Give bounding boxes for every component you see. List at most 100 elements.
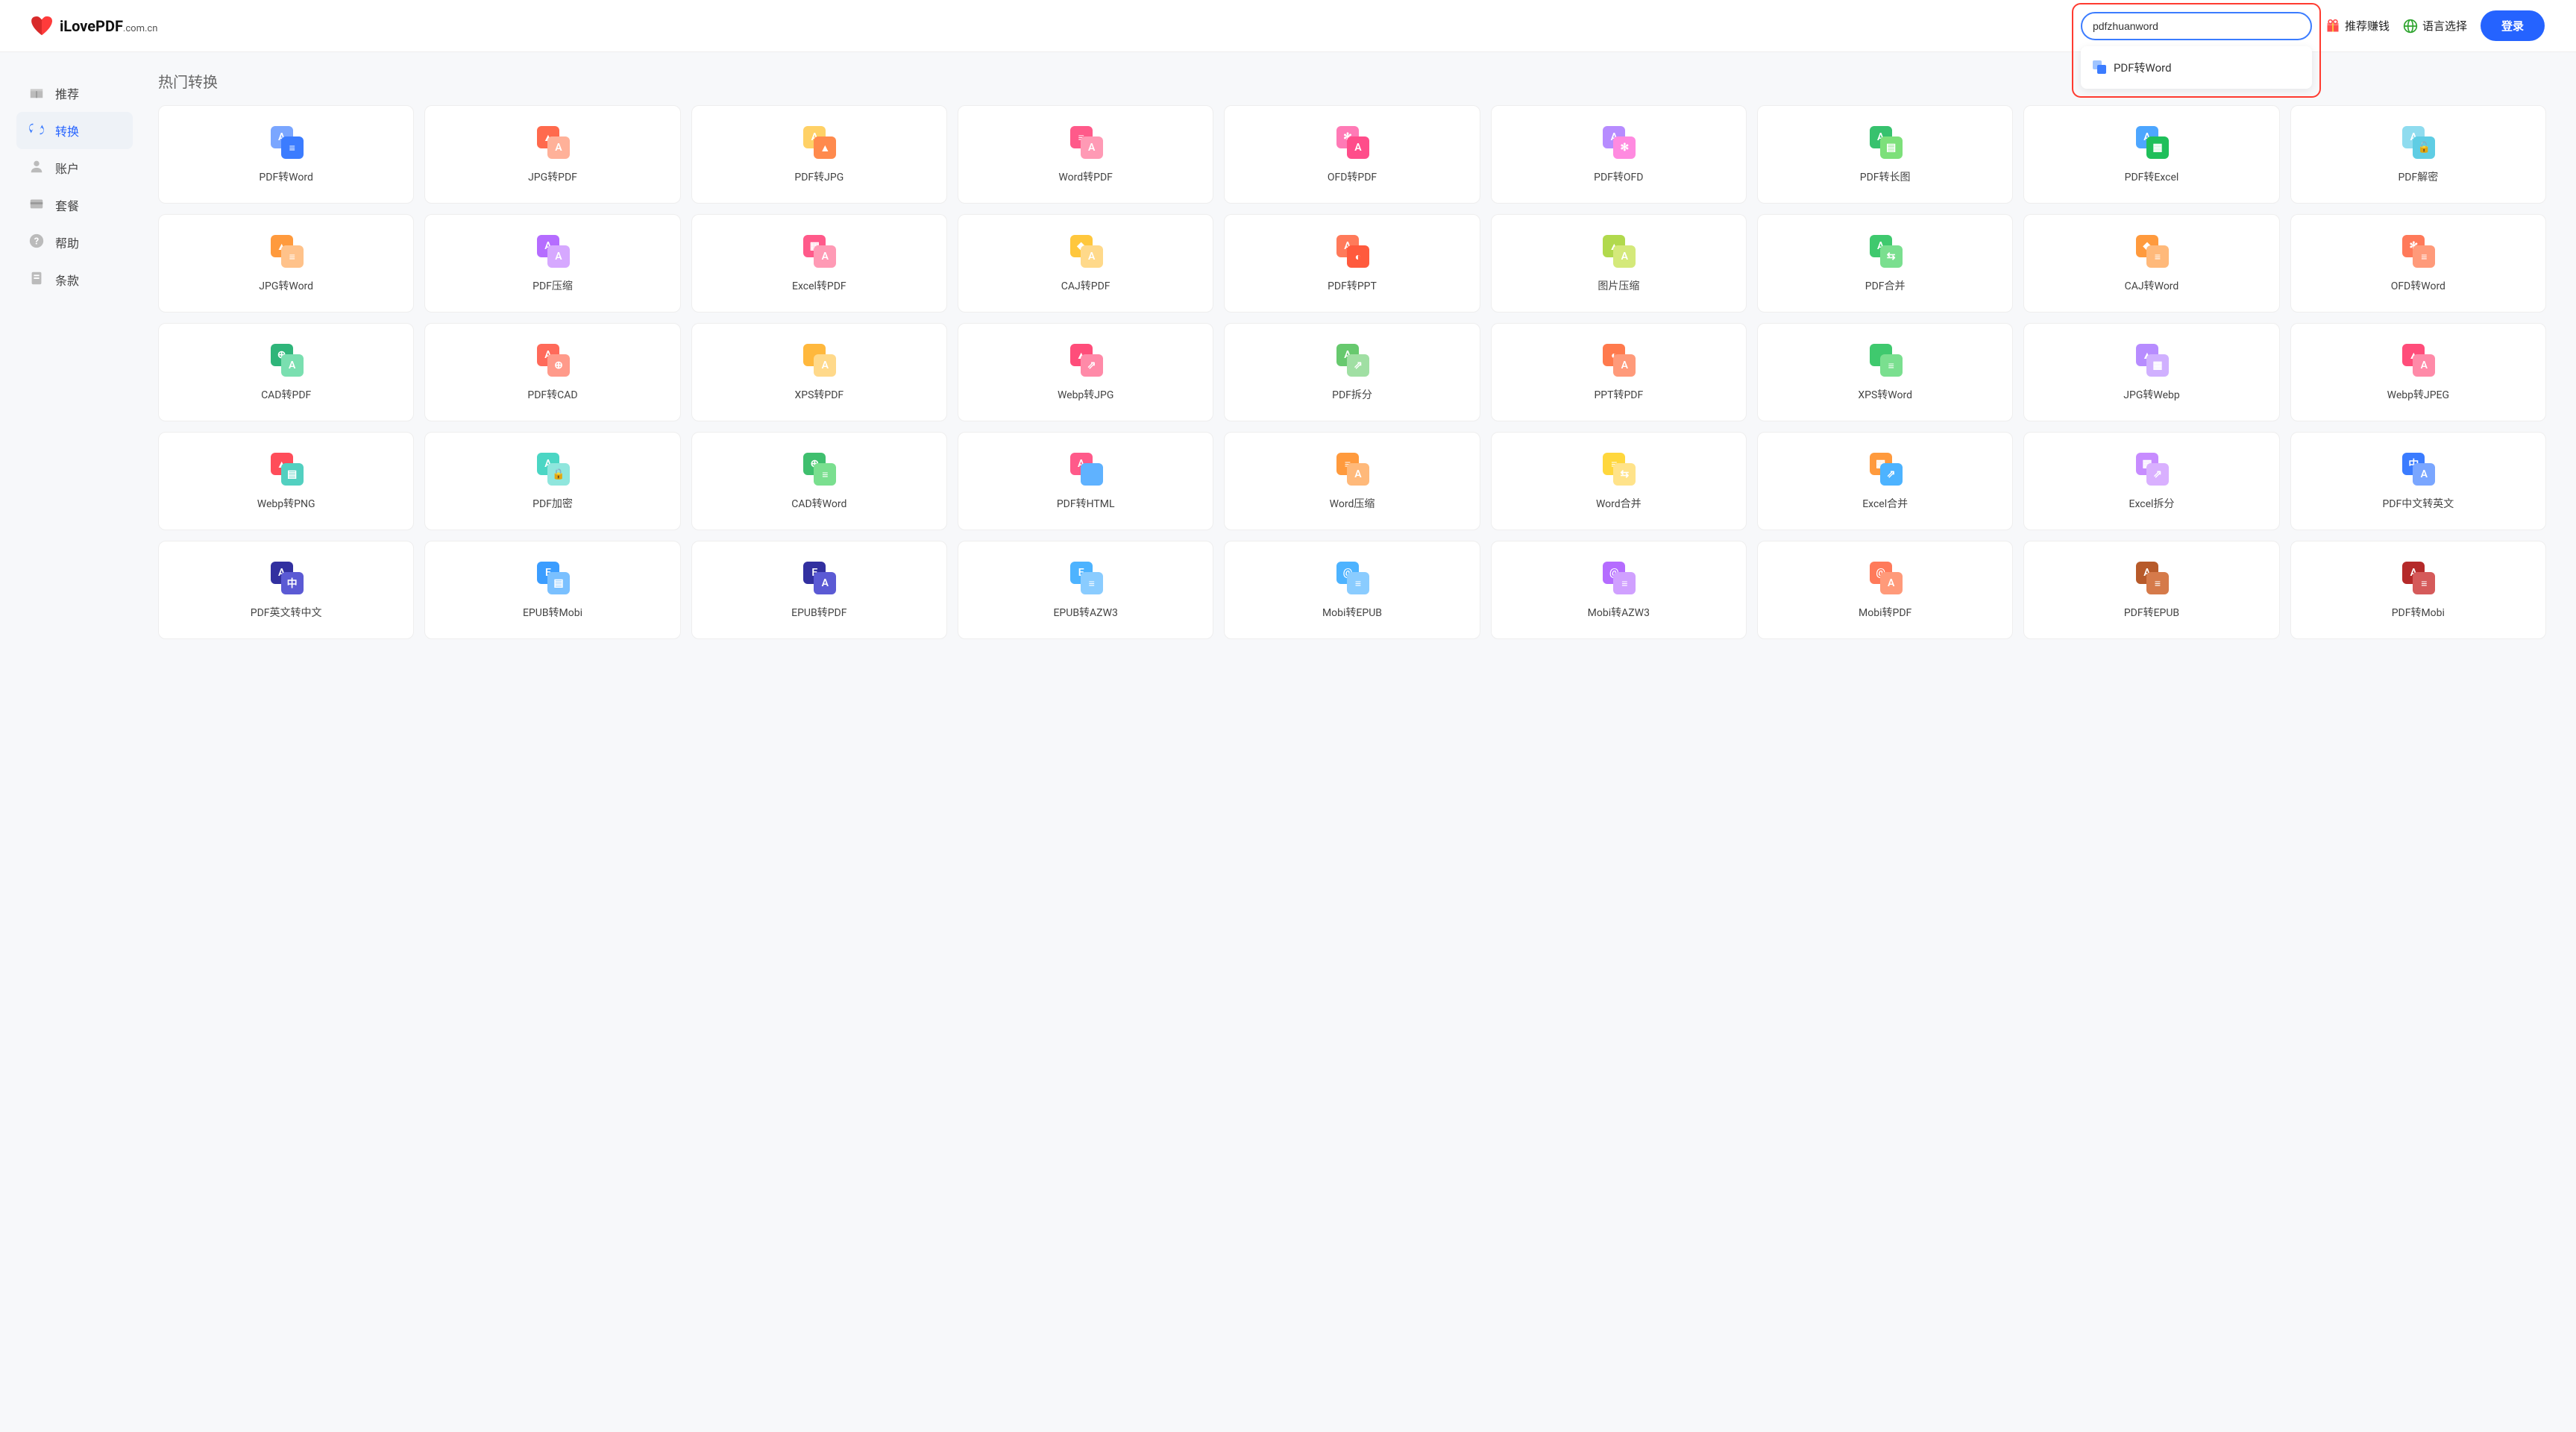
tool-card[interactable]: ▲▦JPG转Webp (2023, 323, 2279, 421)
tool-icon: A▲ (799, 126, 839, 159)
tool-card[interactable]: ≡XPS转Word (1757, 323, 2013, 421)
tool-card[interactable]: A▲PDF转JPG (691, 105, 947, 204)
tool-card[interactable]: ▲≡JPG转Word (158, 214, 414, 313)
search-suggest-dropdown: PDF转Word (2081, 46, 2312, 89)
tool-icon: E≡ (1066, 562, 1106, 594)
tool-card[interactable]: ▲A 图片压缩 (1491, 214, 1747, 313)
tool-card[interactable]: ✻AOFD转PDF (1224, 105, 1480, 204)
tool-card[interactable]: E≡EPUB转AZW3 (958, 541, 1213, 639)
tool-icon: A▤ (1865, 126, 1906, 159)
tool-card[interactable]: ≡⇆ Word合并 (1491, 432, 1747, 530)
tool-icon: A (1066, 453, 1106, 486)
tool-icon: ▲A (533, 126, 573, 159)
tool-card[interactable]: ◆ACAJ转PDF (958, 214, 1213, 313)
search-suggestion-item[interactable]: PDF转Word (2081, 52, 2312, 83)
tool-label: Excel转PDF (792, 278, 846, 293)
tool-card[interactable]: ▦⇗Excel拆分 (2023, 432, 2279, 530)
sidebar-item-label: 套餐 (55, 196, 79, 214)
tool-icon: A (799, 344, 839, 377)
tool-card[interactable]: ▦AExcel转PDF (691, 214, 947, 313)
tool-card[interactable]: @AMobi转PDF (1757, 541, 2013, 639)
tool-icon: A≡ (2132, 562, 2172, 594)
tool-card[interactable]: A🔒PDF加密 (424, 432, 680, 530)
tool-card[interactable]: A◐PDF转PPT (1224, 214, 1480, 313)
tool-label: XPS转PDF (794, 387, 844, 402)
brand-name: iLovePDF (60, 17, 123, 35)
tool-icon: ≡A (1332, 453, 1372, 486)
tool-card[interactable]: 中APDF中文转英文 (2290, 432, 2546, 530)
brand-suffix: .com.cn (123, 23, 157, 34)
tool-card[interactable]: A中PDF英文转中文 (158, 541, 414, 639)
sidebar-item-convert[interactable]: 转换 (16, 112, 133, 149)
login-button[interactable]: 登录 (2481, 10, 2545, 41)
tool-label: CAD转Word (791, 496, 846, 511)
svg-text:?: ? (34, 236, 39, 248)
sidebar-item-terms[interactable]: 条款 (16, 261, 133, 298)
tool-card[interactable]: ✻≡OFD转Word (2290, 214, 2546, 313)
tool-card[interactable]: A🔓PDF解密 (2290, 105, 2546, 204)
sidebar-item-recommend[interactable]: 推荐 (16, 75, 133, 112)
tool-label: PDF转Excel (2125, 169, 2179, 184)
tool-card[interactable]: EAEPUB转PDF (691, 541, 947, 639)
brand-logo[interactable]: iLovePDF.com.cn (31, 16, 157, 36)
language-select[interactable]: 语言选择 (2403, 18, 2467, 34)
tool-card[interactable]: ⊕≡ CAD转Word (691, 432, 947, 530)
tool-icon: ▲A (1598, 235, 1639, 268)
heart-icon (31, 16, 52, 36)
account-icon (28, 158, 45, 178)
tool-card[interactable]: A⇆PDF合并 (1757, 214, 2013, 313)
tool-card[interactable]: A≡PDF转Word (158, 105, 414, 204)
sidebar-item-help[interactable]: ?帮助 (16, 224, 133, 261)
tool-card[interactable]: A⇗PDF拆分 (1224, 323, 1480, 421)
tool-label: Mobi转EPUB (1322, 605, 1382, 620)
tool-card[interactable]: @≡ Mobi转AZW3 (1491, 541, 1747, 639)
tool-card[interactable]: ▲AJPG转PDF (424, 105, 680, 204)
tool-label: JPG转Webp (2123, 387, 2179, 402)
sidebar-item-account[interactable]: 账户 (16, 149, 133, 186)
header-right: PDF转Word 推荐赚钱 语言选择 登录 (2081, 10, 2545, 41)
tool-card[interactable]: ◐APPT转PDF (1491, 323, 1747, 421)
tool-label: Webp转JPG (1058, 387, 1113, 402)
tool-label: CAJ转Word (2125, 278, 2179, 293)
tool-card[interactable]: ⊕ACAD转PDF (158, 323, 414, 421)
tool-icon: ▲⇗ (1066, 344, 1106, 377)
tool-card[interactable]: A⊕PDF转CAD (424, 323, 680, 421)
convert-icon (28, 121, 45, 140)
tool-card[interactable]: A XPS转PDF (691, 323, 947, 421)
tool-icon: @≡ (1598, 562, 1639, 594)
tool-label: PDF中文转英文 (2382, 496, 2454, 511)
tool-card[interactable]: A≡PDF转EPUB (2023, 541, 2279, 639)
tool-card[interactable]: A✻PDF转OFD (1491, 105, 1747, 204)
tool-card[interactable]: @≡Mobi转EPUB (1224, 541, 1480, 639)
tool-card[interactable]: ▲AWebp转JPEG (2290, 323, 2546, 421)
tool-label: Word合并 (1596, 496, 1642, 511)
referral-link[interactable]: 推荐赚钱 (2325, 18, 2390, 34)
tool-icon: ▲▤ (266, 453, 307, 486)
tool-card[interactable]: APDF转HTML (958, 432, 1213, 530)
tool-icon: A⇗ (1332, 344, 1372, 377)
tool-card[interactable]: E▤EPUB转Mobi (424, 541, 680, 639)
tool-card[interactable]: A▤ PDF转长图 (1757, 105, 2013, 204)
tool-label: 图片压缩 (1598, 278, 1639, 293)
tool-icon: AA (533, 235, 573, 268)
tool-label: PDF合并 (1865, 278, 1906, 293)
tool-card[interactable]: ▲⇗ Webp转JPG (958, 323, 1213, 421)
tool-card[interactable]: ◆≡CAJ转Word (2023, 214, 2279, 313)
tool-card[interactable]: ▦⇗Excel合并 (1757, 432, 2013, 530)
tool-label: Mobi转AZW3 (1588, 605, 1650, 620)
tool-label: PDF转长图 (1860, 169, 1911, 184)
tool-icon: ⊕≡ (799, 453, 839, 486)
tool-icon: A≡ (266, 126, 307, 159)
tool-label: CAD转PDF (261, 387, 311, 402)
sidebar-item-plans[interactable]: 套餐 (16, 186, 133, 224)
search-container: PDF转Word (2081, 12, 2312, 40)
tool-card[interactable]: A≡PDF转Mobi (2290, 541, 2546, 639)
search-input[interactable] (2081, 12, 2312, 40)
tool-icon: ▦⇗ (1865, 453, 1906, 486)
tool-card[interactable]: AAPDF压缩 (424, 214, 680, 313)
tool-card[interactable]: ≡AWord压缩 (1224, 432, 1480, 530)
tool-card[interactable]: ≡AWord转PDF (958, 105, 1213, 204)
tool-card[interactable]: A▦PDF转Excel (2023, 105, 2279, 204)
tool-icon: ≡⇆ (1598, 453, 1639, 486)
tool-card[interactable]: ▲▤Webp转PNG (158, 432, 414, 530)
